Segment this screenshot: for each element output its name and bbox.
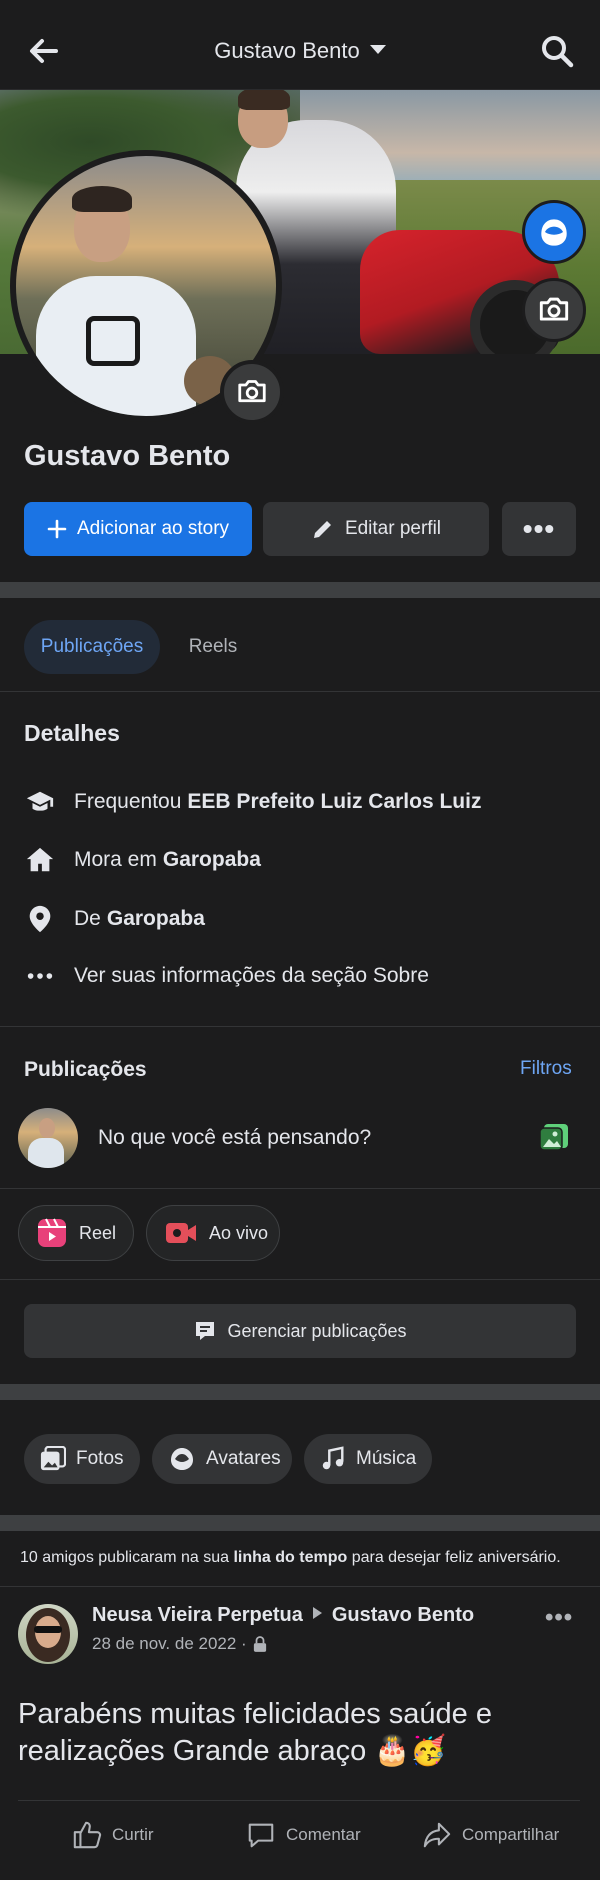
profile-tabs: Publicações Reels	[0, 600, 600, 692]
share-arrow-icon	[423, 1822, 451, 1848]
photos-button[interactable]: Fotos	[24, 1434, 140, 1484]
share-button[interactable]: Compartilhar	[422, 1817, 559, 1853]
detail-residence-prefix: Mora em	[74, 848, 157, 871]
composer-avatar[interactable]	[18, 1108, 78, 1168]
music-button[interactable]: Música	[304, 1434, 432, 1484]
plus-icon	[47, 519, 67, 539]
profile-name: Gustavo Bento	[24, 440, 231, 472]
avatars-button[interactable]: Avatares	[152, 1434, 292, 1484]
like-button[interactable]: Curtir	[72, 1817, 154, 1853]
caret-down-icon	[369, 45, 386, 54]
detail-hometown-prefix: De	[74, 907, 101, 930]
reel-icon	[38, 1218, 66, 1247]
avatar-icon	[171, 1448, 193, 1470]
tab-publicacoes[interactable]: Publicações	[24, 620, 160, 674]
location-pin-icon	[24, 903, 56, 935]
profile-camera-button[interactable]	[220, 360, 284, 424]
shirt-logo	[86, 316, 140, 366]
add-story-button[interactable]: Adicionar ao story	[24, 502, 252, 556]
post-author-name[interactable]: Neusa Vieira Perpetua	[92, 1604, 303, 1626]
comment-label: Comentar	[286, 1825, 361, 1844]
detail-see-about-label: Ver suas informações da seção Sobre	[74, 964, 429, 987]
cover-person-hair	[238, 90, 290, 110]
details-title: Detalhes	[24, 720, 120, 746]
photos-label: Fotos	[76, 1448, 124, 1469]
sunglasses	[34, 1626, 62, 1633]
search-icon[interactable]	[540, 34, 574, 68]
music-note-icon	[322, 1446, 344, 1470]
graduation-cap-icon	[24, 786, 56, 818]
profile-person-hair	[72, 186, 132, 212]
pencil-icon	[313, 521, 331, 538]
detail-residence[interactable]: Mora em Garopaba	[24, 840, 584, 880]
detail-education[interactable]: Frequentou EEB Prefeito Luiz Carlos Luiz	[24, 782, 584, 822]
camera-icon	[238, 380, 266, 403]
separator	[0, 1026, 600, 1027]
manage-posts-icon	[196, 1322, 215, 1340]
live-video-icon	[166, 1223, 196, 1243]
detail-education-prefix: Frequentou	[74, 790, 182, 813]
filters-link[interactable]: Filtros	[520, 1058, 572, 1080]
avatars-label: Avatares	[206, 1448, 281, 1469]
section-divider	[0, 582, 600, 598]
photos-icon	[40, 1446, 66, 1471]
detail-see-about[interactable]: Ver suas informações da seção Sobre	[24, 956, 584, 996]
photo-icon[interactable]	[538, 1122, 570, 1152]
post-meta: 28 de nov. de 2022 ·	[92, 1634, 267, 1654]
top-bar: Gustavo Bento	[0, 0, 600, 90]
music-label: Música	[356, 1448, 417, 1469]
composer-input[interactable]: No que você está pensando?	[98, 1126, 371, 1150]
share-label: Compartilhar	[462, 1825, 560, 1844]
manage-posts-label: Gerenciar publicações	[227, 1320, 407, 1341]
more-dots-icon: •••	[545, 1604, 574, 1631]
post-actions: Curtir Comentar Compartilhar	[18, 1800, 580, 1868]
post-more-button[interactable]: •••	[545, 1604, 573, 1632]
more-dots-icon: •••	[522, 513, 556, 544]
avatar-button[interactable]	[522, 200, 586, 264]
separator	[0, 1188, 600, 1189]
camera-icon	[539, 297, 569, 321]
post-text: Parabéns muitas felicidades saúde e real…	[18, 1698, 492, 1767]
avatar-icon	[541, 219, 567, 246]
post-header: Neusa Vieira Perpetua Gustavo Bento	[92, 1604, 474, 1627]
live-button[interactable]: Ao vivo	[146, 1205, 280, 1261]
post-author-avatar[interactable]	[18, 1604, 78, 1664]
add-story-label: Adicionar ao story	[76, 518, 230, 539]
birthday-notice: 10 amigos publicaram na sua linha do tem…	[20, 1549, 561, 1567]
timeline-link[interactable]: linha do tempo	[233, 1549, 347, 1566]
separator	[0, 1586, 600, 1587]
like-label: Curtir	[112, 1825, 154, 1844]
post-target-name[interactable]: Gustavo Bento	[332, 1604, 474, 1626]
reel-label: Reel	[79, 1222, 117, 1243]
detail-hometown-value: Garopaba	[106, 907, 205, 930]
profile-switcher[interactable]: Gustavo Bento	[0, 38, 600, 64]
more-options-button[interactable]: •••	[502, 502, 576, 556]
detail-residence-value: Garopaba	[162, 848, 261, 871]
edit-profile-label: Editar perfil	[344, 518, 442, 539]
cover-camera-button[interactable]	[522, 278, 586, 342]
arrow-right-icon	[312, 1607, 322, 1619]
detail-hometown[interactable]: De Garopaba	[24, 899, 584, 939]
section-divider	[0, 1515, 600, 1531]
more-dots-icon	[24, 960, 56, 992]
post-date[interactable]: 28 de nov. de 2022 ·	[92, 1634, 247, 1654]
reel-button[interactable]: Reel	[18, 1205, 134, 1261]
detail-education-value: EEB Prefeito Luiz Carlos Luiz	[187, 790, 482, 813]
posts-title: Publicações	[24, 1058, 147, 1081]
tab-reels[interactable]: Reels	[178, 620, 248, 674]
thumbs-up-icon	[73, 1821, 102, 1849]
edit-profile-button[interactable]: Editar perfil	[263, 502, 489, 556]
home-icon	[24, 844, 56, 876]
comment-button[interactable]: Comentar	[246, 1817, 361, 1853]
birthday-suffix-text: para desejar feliz aniversário.	[351, 1549, 561, 1566]
comment-icon	[248, 1823, 274, 1848]
header-title: Gustavo Bento	[214, 38, 360, 63]
live-label: Ao vivo	[209, 1222, 269, 1243]
section-divider	[0, 1384, 600, 1400]
lock-icon	[253, 1636, 266, 1652]
separator	[0, 1279, 600, 1280]
birthday-count-text: 10 amigos publicaram na sua	[20, 1549, 230, 1566]
manage-posts-button[interactable]: Gerenciar publicações	[24, 1304, 576, 1358]
